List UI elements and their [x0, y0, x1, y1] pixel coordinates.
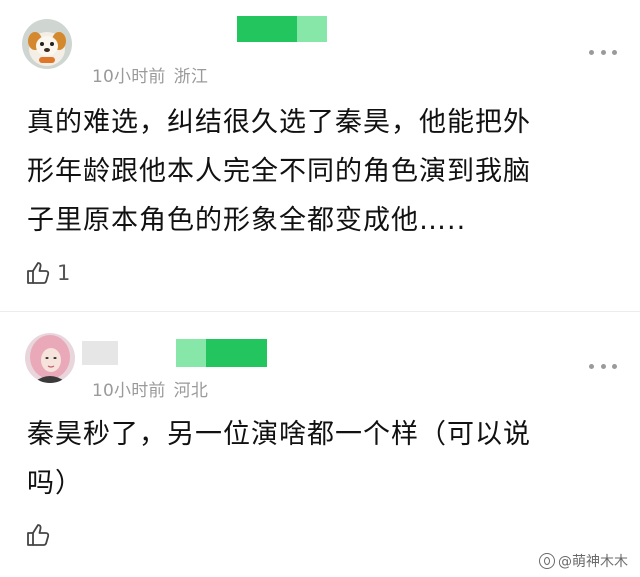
- avatar[interactable]: [22, 19, 72, 69]
- more-dot: [600, 49, 606, 55]
- name-redaction-bar: [82, 339, 267, 367]
- comment-line: 真的难选，纠结很久选了秦昊，他能把外: [27, 107, 531, 138]
- thumbs-up-icon: [27, 524, 50, 546]
- like-button[interactable]: 1: [25, 259, 70, 287]
- comment-text: 秦昊秒了，另一位演啥都一个样（可以说 吗）: [27, 410, 617, 508]
- comment-line: 秦昊秒了，另一位演啥都一个样（可以说: [27, 419, 531, 450]
- watermark-text: @萌神木木: [558, 554, 628, 570]
- girl-avatar-icon: [25, 333, 75, 383]
- dog-avatar-icon: [22, 19, 72, 69]
- comment-line: 形年龄跟他本人完全不同的角色演到我脑: [27, 156, 531, 187]
- thumbs-up-icon: [27, 262, 50, 284]
- comment-item: 10小时前 河北 秦昊秒了，另一位演啥都一个样（可以说 吗）: [0, 312, 640, 577]
- comment-text: 真的难选，纠结很久选了秦昊，他能把外 形年龄跟他本人完全不同的角色演到我脑 子里…: [27, 98, 617, 245]
- comment-line: 子里原本角色的形象全都变成他…..: [27, 205, 467, 236]
- name-redaction-bar: [237, 16, 327, 42]
- more-button[interactable]: [589, 361, 617, 371]
- username-redacted[interactable]: [82, 339, 267, 367]
- more-dot: [612, 49, 617, 55]
- comment-meta: 10小时前 浙江: [92, 62, 208, 87]
- more-dots-icon: [589, 49, 594, 55]
- watermark: @萌神木木: [539, 551, 628, 571]
- more-button[interactable]: [589, 47, 617, 57]
- comment-meta: 10小时前 河北: [92, 376, 208, 401]
- more-dot: [612, 363, 617, 369]
- comment-line: 吗）: [27, 468, 83, 499]
- comment-location: 浙江: [173, 67, 209, 87]
- like-count: 1: [57, 261, 71, 285]
- more-dot: [600, 363, 606, 369]
- comment-time: 10小时前: [92, 381, 166, 401]
- avatar[interactable]: [25, 333, 75, 383]
- comment-location: 河北: [173, 381, 209, 401]
- comment-time: 10小时前: [92, 67, 166, 87]
- username-redacted[interactable]: [237, 16, 327, 42]
- watermark-logo-icon: [539, 553, 555, 569]
- like-button[interactable]: [25, 521, 57, 549]
- comment-item: 10小时前 浙江 真的难选，纠结很久选了秦昊，他能把外 形年龄跟他本人完全不同的角…: [0, 0, 640, 312]
- more-dots-icon: [589, 363, 594, 369]
